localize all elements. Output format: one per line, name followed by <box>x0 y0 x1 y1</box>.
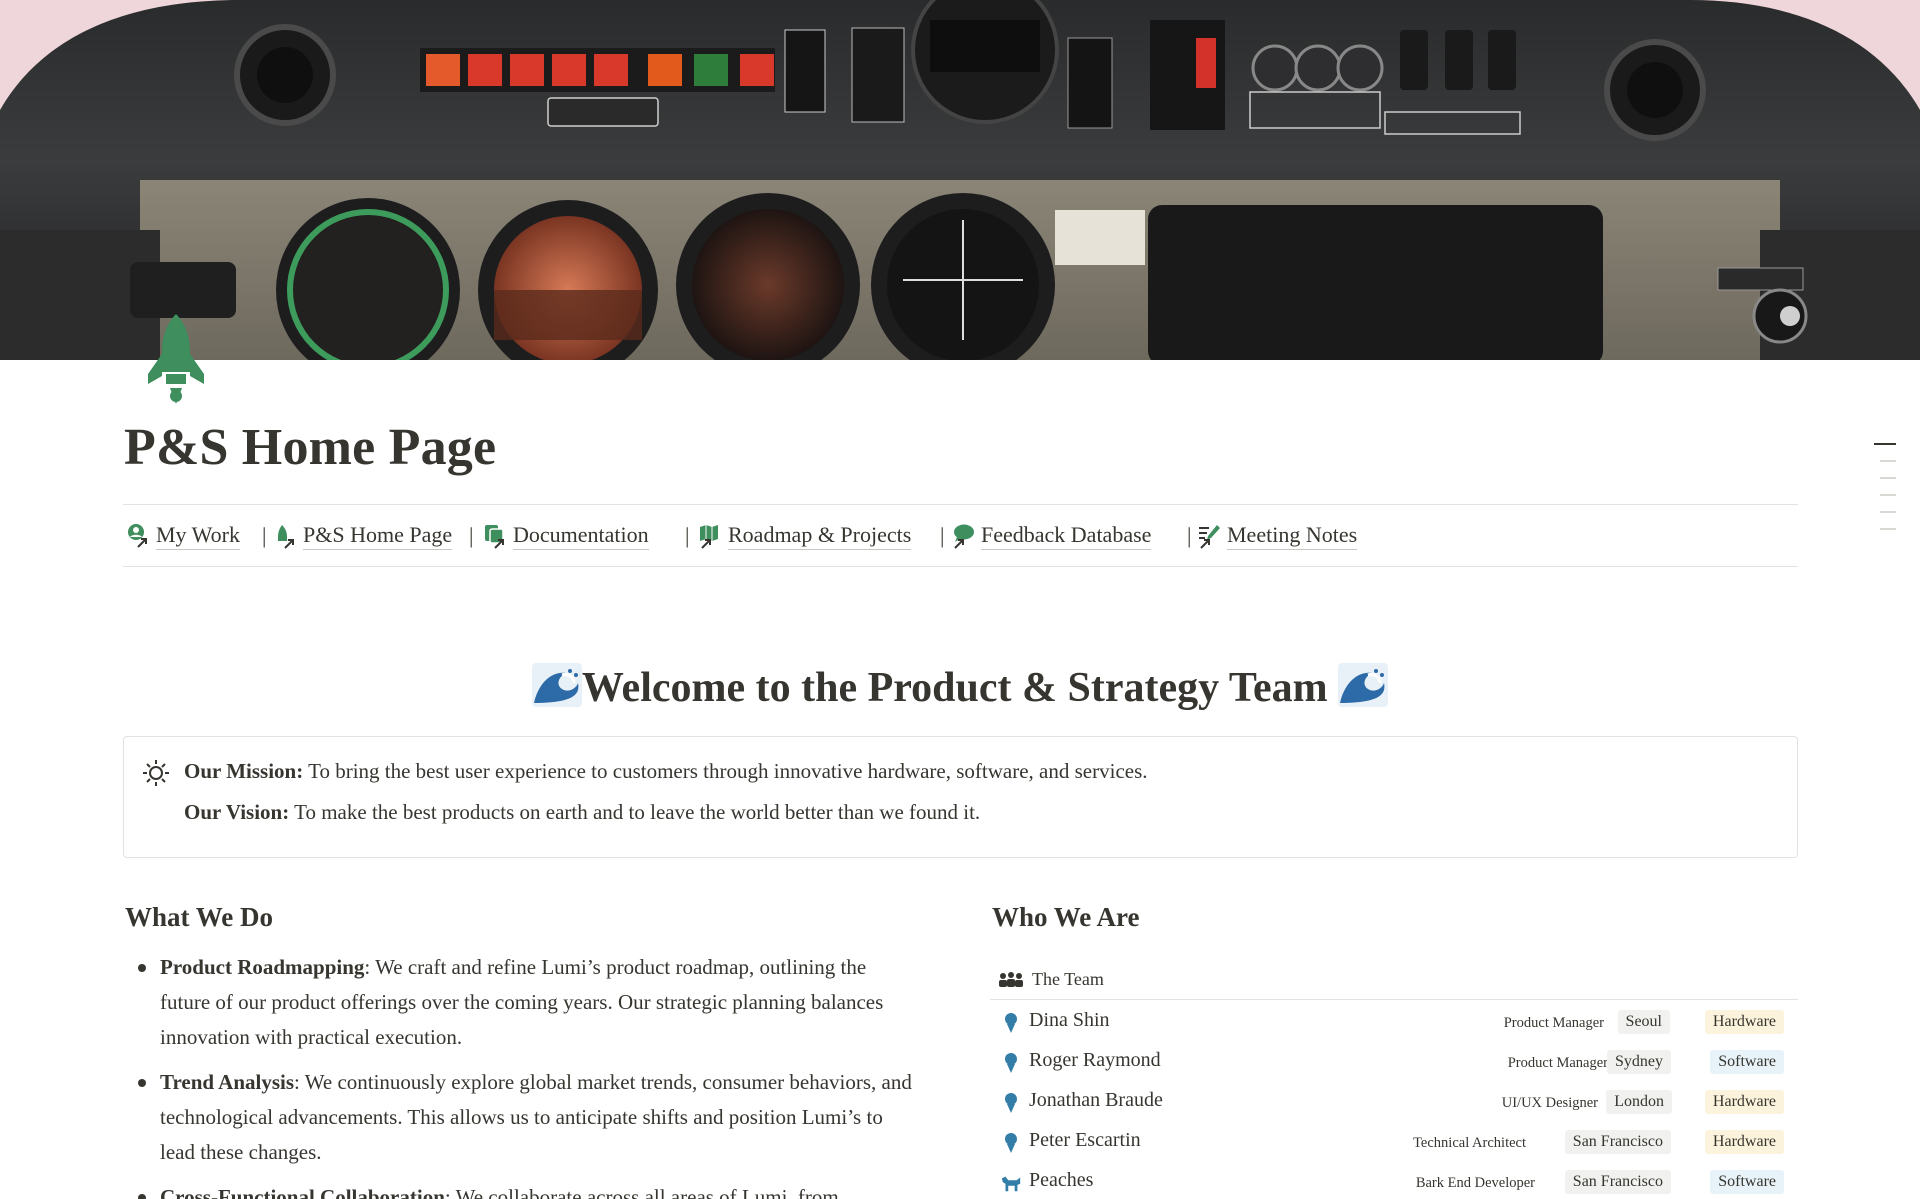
location-tag: Sydney <box>1607 1050 1671 1074</box>
document-link-icon <box>483 523 507 549</box>
outline-marker[interactable] <box>1880 460 1896 462</box>
list-item-title: Cross-Functional Collaboration <box>160 1185 445 1199</box>
mission-callout: Our Mission: To bring the best user expe… <box>123 736 1798 858</box>
person-icon <box>1000 1092 1022 1114</box>
nav-link-ps-home[interactable]: P&S Home Page <box>273 521 453 551</box>
outline-marker[interactable] <box>1880 511 1896 513</box>
table-of-contents-outline[interactable] <box>1874 443 1896 545</box>
member-name: Peaches <box>1029 1169 1094 1191</box>
member-name: Dina Shin <box>1029 1009 1110 1031</box>
mission-label: Our Mission: <box>184 759 304 783</box>
list-item-title: Trend Analysis <box>160 1070 295 1094</box>
area-tag: Software <box>1710 1050 1784 1074</box>
outline-marker[interactable] <box>1874 443 1896 445</box>
team-icon <box>998 970 1024 990</box>
team-view-tab[interactable]: The Team <box>990 960 1798 1000</box>
list-item-title: Product Roadmapping <box>160 955 365 979</box>
sun-icon <box>142 759 170 787</box>
nav-link-roadmap[interactable]: Roadmap & Projects <box>698 521 912 551</box>
rocket-link-icon <box>273 523 297 549</box>
nav-link-label: My Work <box>156 522 240 550</box>
outline-marker[interactable] <box>1880 494 1896 496</box>
person-icon <box>1000 1052 1022 1074</box>
mission-statement: Our Mission: To bring the best user expe… <box>184 759 1148 784</box>
nav-link-label: Roadmap & Projects <box>728 522 912 550</box>
team-member-row[interactable]: Roger Raymond Product Manager Sydney Sof… <box>990 1043 1798 1083</box>
mission-text: To bring the best user experience to cus… <box>303 759 1148 783</box>
area-tag: Software <box>1710 1170 1784 1194</box>
list-item: Product Roadmapping: We craft and refine… <box>138 950 918 1055</box>
nav-link-label: P&S Home Page <box>303 522 453 550</box>
cover-image <box>0 0 1920 360</box>
wave-icon <box>531 663 582 707</box>
nav-link-label: Feedback Database <box>981 522 1152 550</box>
location-tag: San Francisco <box>1564 1170 1671 1194</box>
team-member-row[interactable]: Jonathan Braude UI/UX Designer London Ha… <box>990 1083 1798 1123</box>
dog-icon <box>1000 1172 1022 1194</box>
rocket-icon <box>146 310 206 406</box>
location-tag: London <box>1606 1090 1672 1114</box>
cockpit-illustration <box>0 0 1920 360</box>
quick-links-bar: My Work | P&S Home Page | Documentation … <box>123 504 1798 567</box>
team-member-row[interactable]: Peter Escartin Technical Architect San F… <box>990 1123 1798 1163</box>
nav-separator: | <box>940 523 945 548</box>
chat-link-icon <box>951 523 975 549</box>
nav-separator: | <box>469 523 474 548</box>
member-role: Product Manager <box>1503 1015 1604 1031</box>
location-tag: Seoul <box>1617 1010 1670 1034</box>
area-tag: Hardware <box>1704 1010 1784 1034</box>
nav-link-feedback[interactable]: Feedback Database <box>951 521 1152 551</box>
wave-icon <box>1338 663 1389 707</box>
nav-separator: | <box>1187 523 1192 548</box>
person-icon <box>1000 1012 1022 1034</box>
area-tag: Hardware <box>1704 1130 1784 1154</box>
area-tag: Hardware <box>1704 1090 1784 1114</box>
list-item: Cross-Functional Collaboration: We colla… <box>138 1180 918 1199</box>
welcome-text: Welcome to the Product & Strategy Team <box>581 665 1328 711</box>
list-item-text: : We collaborate across all areas of Lum… <box>444 1185 839 1199</box>
member-role: UI/UX Designer <box>1501 1095 1598 1111</box>
nav-link-documentation[interactable]: Documentation <box>483 521 649 551</box>
list-item: Trend Analysis: We continuously explore … <box>138 1065 918 1170</box>
nav-separator: | <box>685 523 690 548</box>
member-name: Peter Escartin <box>1029 1129 1141 1151</box>
nav-link-label: Meeting Notes <box>1227 522 1358 550</box>
outline-marker[interactable] <box>1880 528 1896 530</box>
vision-text: To make the best products on earth and t… <box>289 800 981 824</box>
person-icon <box>1000 1132 1022 1154</box>
what-we-do-list: Product Roadmapping: We craft and refine… <box>138 950 918 1199</box>
team-member-row[interactable]: Dina Shin Product Manager Seoul Hardware <box>990 1003 1798 1043</box>
team-view-label: The Team <box>1032 969 1104 989</box>
vision-statement: Our Vision: To make the best products on… <box>184 800 980 825</box>
page-title: P&S Home Page <box>124 419 497 476</box>
map-link-icon <box>698 523 722 549</box>
member-role: Bark End Developer <box>1415 1175 1535 1191</box>
nav-separator: | <box>262 523 267 548</box>
member-name: Roger Raymond <box>1029 1049 1161 1071</box>
vision-label: Our Vision: <box>184 800 290 824</box>
team-member-row[interactable]: Peaches Bark End Developer San Francisco… <box>990 1163 1798 1199</box>
member-name: Jonathan Braude <box>1029 1089 1163 1111</box>
who-we-are-heading: Who We Are <box>992 902 1140 932</box>
person-link-icon <box>126 523 150 549</box>
nav-link-meeting-notes[interactable]: Meeting Notes <box>1197 521 1358 551</box>
nav-link-my-work[interactable]: My Work <box>126 521 240 551</box>
location-tag: San Francisco <box>1564 1130 1671 1154</box>
notes-link-icon <box>1197 523 1221 549</box>
member-role: Technical Architect <box>1413 1135 1526 1151</box>
member-role: Product Manager <box>1507 1055 1608 1071</box>
outline-marker[interactable] <box>1880 477 1896 479</box>
welcome-heading: Welcome to the Product & Strategy Team <box>0 663 1920 712</box>
nav-link-label: Documentation <box>513 522 649 550</box>
what-we-do-heading: What We Do <box>125 902 274 932</box>
